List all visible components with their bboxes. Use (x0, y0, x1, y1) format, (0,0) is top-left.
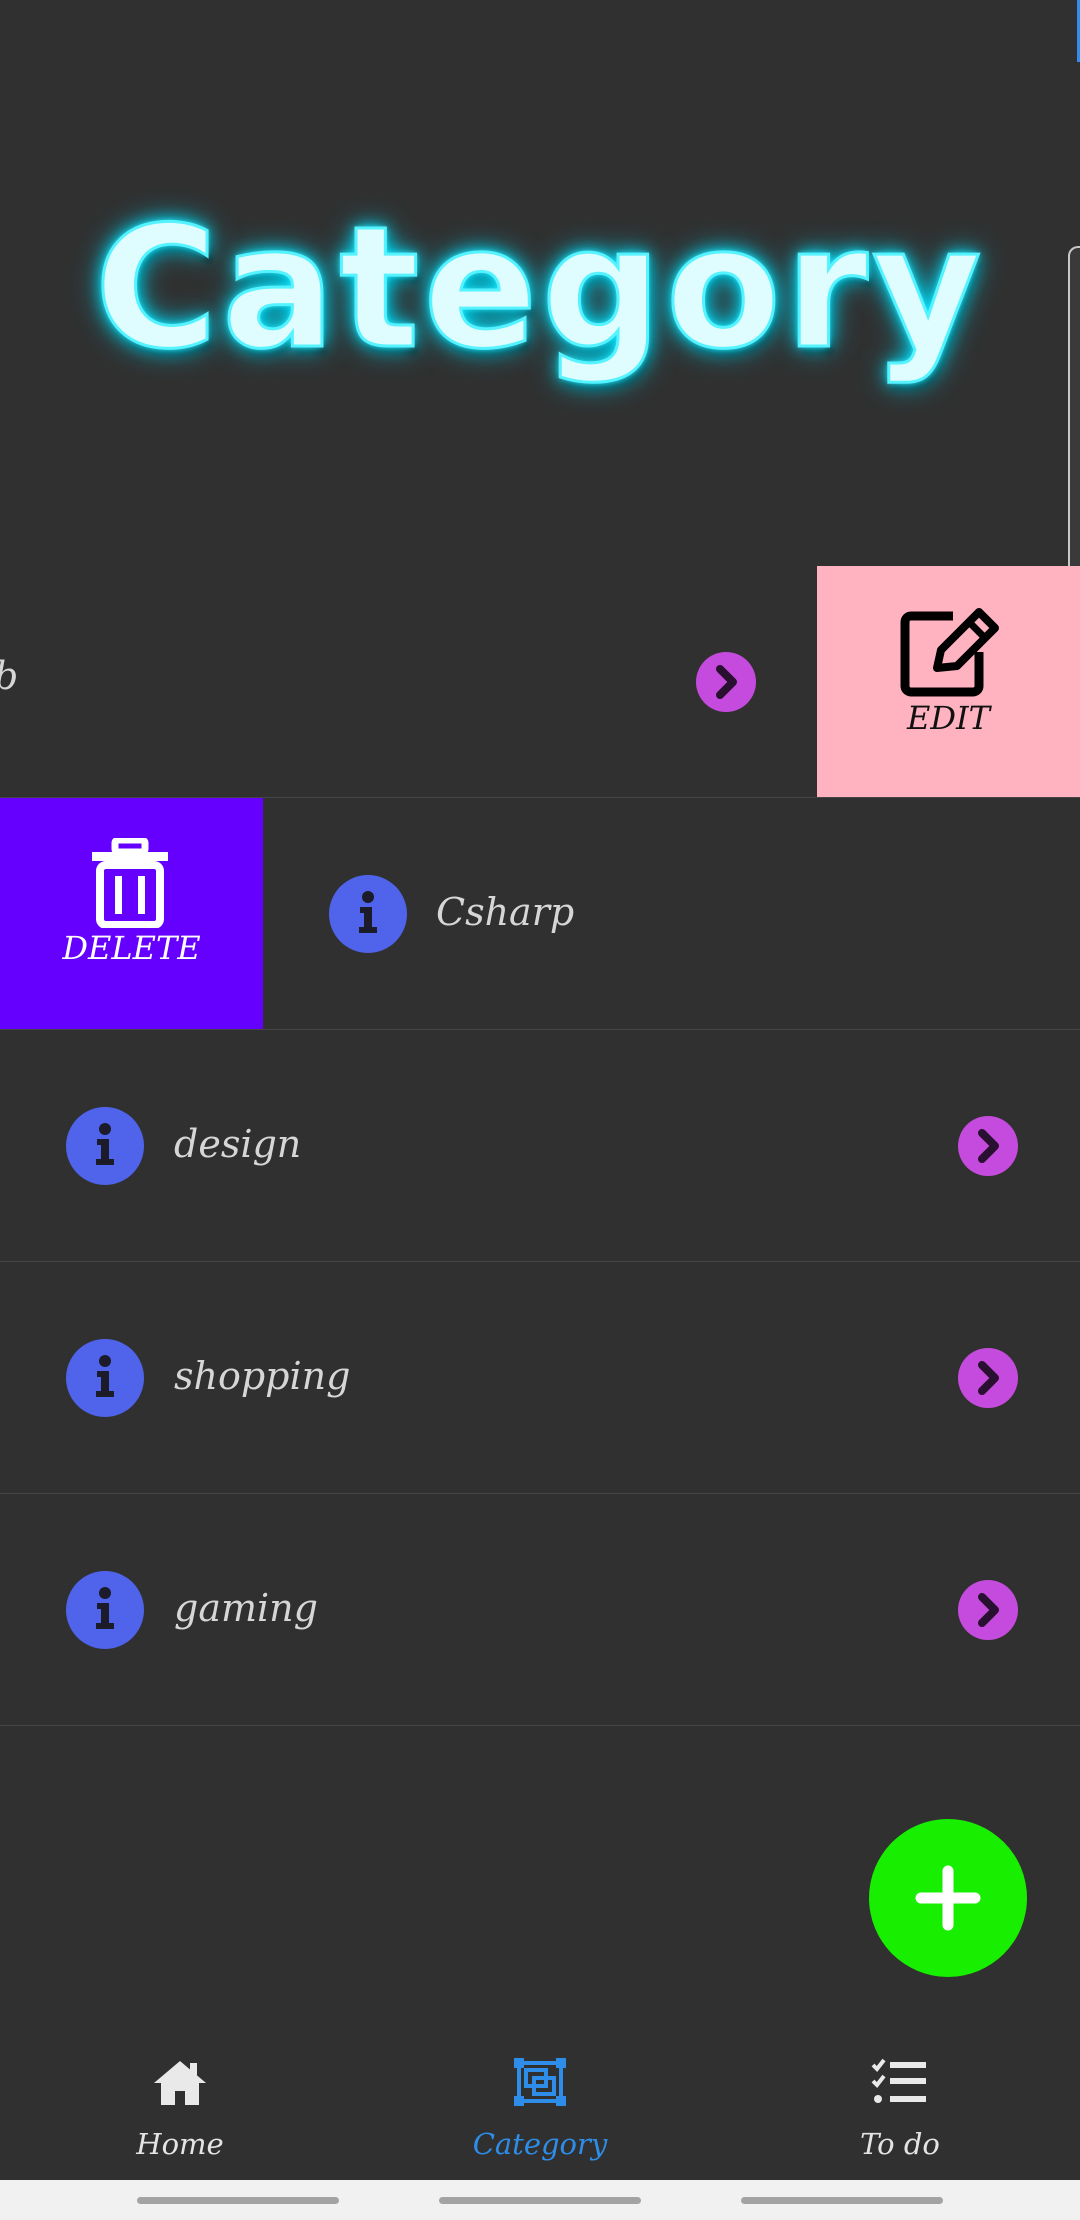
delete-label: DELETE (62, 929, 201, 967)
category-label: b (0, 654, 18, 698)
system-nav-bar (0, 2180, 1080, 2220)
chevron-right-icon[interactable] (958, 1116, 1018, 1176)
edit-button[interactable]: EDIT (817, 566, 1080, 797)
delete-button[interactable]: DELETE (0, 798, 263, 1029)
system-recents-handle[interactable] (137, 2197, 339, 2204)
edit-label: EDIT (907, 699, 990, 737)
edit-icon (897, 606, 1001, 702)
category-label: Csharp (436, 890, 575, 934)
page-title: Category (93, 189, 986, 388)
bottom-nav: Home Category To do (0, 2015, 1080, 2180)
category-label: gaming (174, 1586, 318, 1630)
nav-label: Category (472, 2127, 608, 2161)
chevron-right-icon[interactable] (958, 1580, 1018, 1640)
category-label: design (174, 1122, 302, 1166)
category-icon (510, 2057, 570, 2111)
info-icon[interactable] (66, 1571, 144, 1649)
nav-label: To do (860, 2127, 940, 2161)
header: Category (0, 0, 1080, 566)
nav-item-todo[interactable]: To do (720, 2015, 1080, 2180)
nav-item-home[interactable]: Home (0, 2015, 360, 2180)
plus-icon (915, 1865, 981, 1931)
category-row[interactable]: b EDIT (0, 566, 1080, 798)
nav-item-category[interactable]: Category (360, 2015, 720, 2180)
category-row[interactable]: DELETE Csharp (0, 798, 1080, 1030)
chevron-right-icon[interactable] (958, 1348, 1018, 1408)
info-icon[interactable] (66, 1339, 144, 1417)
home-icon (150, 2057, 210, 2111)
info-icon[interactable] (329, 875, 407, 953)
system-home-handle[interactable] (439, 2197, 641, 2204)
add-category-button[interactable] (869, 1819, 1027, 1977)
trash-icon (90, 836, 170, 932)
category-row[interactable]: shopping (0, 1262, 1080, 1494)
checklist-icon (870, 2057, 930, 2111)
system-back-handle[interactable] (741, 2197, 943, 2204)
chevron-right-icon[interactable] (696, 652, 756, 712)
nav-label: Home (136, 2127, 224, 2161)
category-label: shopping (174, 1354, 351, 1398)
category-row[interactable]: gaming (0, 1494, 1080, 1726)
info-icon[interactable] (66, 1107, 144, 1185)
category-row[interactable]: design (0, 1030, 1080, 1262)
